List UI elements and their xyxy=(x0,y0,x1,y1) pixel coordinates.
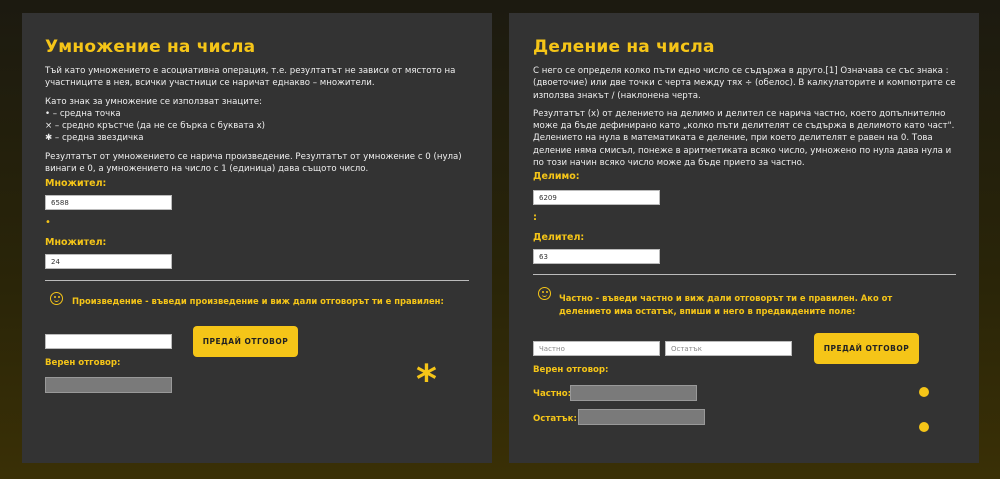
submit-answer-button[interactable]: ПРЕДАЙ ОТГОВОР xyxy=(193,326,298,357)
multiplication-title: Умножение на числа xyxy=(45,37,256,57)
sign-star: ✱ – средна звездичка xyxy=(45,133,144,144)
multiplication-signs: Като знак за умножение се използват знац… xyxy=(45,96,470,145)
correct-answer-label: Верен отговор: xyxy=(45,358,121,368)
remainder-result-field xyxy=(578,409,705,425)
factor1-label: Множител: xyxy=(45,178,107,189)
multiplication-panel: Умножение на числа Тъй като умножението … xyxy=(22,13,492,463)
divide-operator: : xyxy=(533,212,537,223)
divisor-label: Делител: xyxy=(533,232,585,243)
correct-answer-field xyxy=(45,377,172,393)
multiply-operator: • xyxy=(45,217,51,228)
product-answer-input[interactable] xyxy=(45,334,172,349)
divider xyxy=(533,274,956,275)
division-title: Деление на числа xyxy=(533,37,715,57)
division-panel: Деление на числа С него се определя колк… xyxy=(509,13,979,463)
divider xyxy=(45,280,469,281)
submit-answer-button[interactable]: ПРЕДАЙ ОТГОВОР xyxy=(814,333,919,364)
remainder-input[interactable]: Остатък xyxy=(665,341,792,356)
quotient-prompt: Частно - въведи частно и виж дали отгово… xyxy=(559,293,893,316)
asterisk-decoration: * xyxy=(416,357,437,403)
correct-answer-label: Верен отговор: xyxy=(533,365,609,375)
factor2-field[interactable]: 24 xyxy=(45,254,172,269)
division-intro: С него се определя колко пъти едно число… xyxy=(533,66,956,101)
sign-dot: • – средна точка xyxy=(45,108,121,119)
signs-intro: Като знак за умножение се използват знац… xyxy=(45,96,262,107)
multiplication-result-text: Резултатът от умножението се нарича прои… xyxy=(45,151,462,175)
divisor-field[interactable]: 63 xyxy=(533,249,660,264)
dot-decoration xyxy=(919,422,929,432)
smiley-icon xyxy=(50,292,63,305)
smiley-icon xyxy=(538,287,551,300)
factor1-field[interactable]: 6588 xyxy=(45,195,172,210)
factor2-label: Множител: xyxy=(45,237,107,248)
remainder-result-label: Остатък: xyxy=(533,414,577,424)
quotient-input[interactable]: Частно xyxy=(533,341,660,356)
dot-decoration xyxy=(919,387,929,397)
dividend-label: Делимо: xyxy=(533,171,580,182)
division-result-text: Резултатът (x) от делението на делимо и … xyxy=(533,108,955,169)
quotient-result-field xyxy=(570,385,697,401)
sign-cross: × – средно кръстче (да не се бърка с бук… xyxy=(45,121,266,132)
quotient-result-label: Частно: xyxy=(533,389,572,399)
multiplication-intro: Тъй като умножението е асоциативна опера… xyxy=(45,66,456,89)
product-prompt: Произведение - въведи произведение и виж… xyxy=(72,296,444,306)
dividend-field[interactable]: 6209 xyxy=(533,190,660,205)
